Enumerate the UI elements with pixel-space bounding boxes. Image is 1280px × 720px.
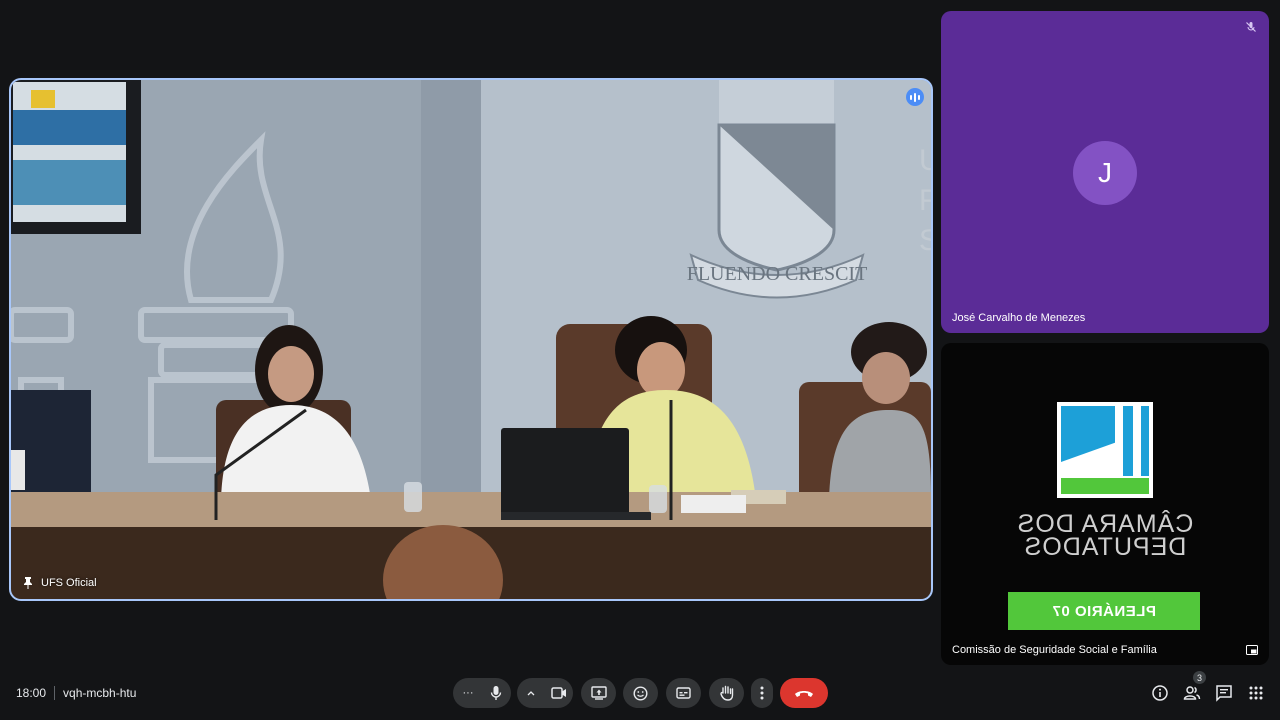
pin-icon[interactable] [23, 577, 33, 589]
more-options-button[interactable] [751, 678, 773, 708]
leave-call-button[interactable] [780, 678, 828, 708]
more-vert-icon [760, 686, 764, 700]
videocam-icon [551, 687, 566, 699]
chat-icon[interactable] [1215, 684, 1233, 702]
chevron-up-icon [527, 691, 535, 696]
emoji-icon [633, 685, 648, 701]
people-icon[interactable] [1183, 684, 1201, 702]
meeting-code[interactable]: vqh-mcbh-htu [63, 686, 136, 700]
video-options-button[interactable] [517, 690, 545, 696]
meeting-info: 18:00 vqh-mcbh-htu [16, 686, 136, 700]
mic-button[interactable] [482, 685, 510, 701]
plenario-sign: PLENÁRIO 07 [1008, 592, 1200, 630]
camara-logo-icon [1057, 402, 1153, 498]
wall-letter-u: U [919, 144, 931, 177]
mic-icon [490, 686, 502, 700]
participant-tile-jose[interactable]: J José Carvalho de Menezes [941, 11, 1269, 333]
camera-control-group [517, 678, 573, 708]
wall-letter-f: F [919, 184, 931, 217]
raise-hand-button[interactable] [709, 678, 744, 708]
captions-button[interactable] [666, 678, 701, 708]
picture-in-picture-icon[interactable] [1246, 645, 1258, 655]
main-tile-label: UFS Oficial [23, 577, 97, 589]
divider [54, 686, 56, 700]
participant-name: José Carvalho de Menezes [952, 312, 1086, 324]
meeting-time: 18:00 [16, 686, 47, 700]
avatar: J [1073, 141, 1137, 205]
video-feed: FLUENDO CRESCIT U F S [11, 80, 931, 599]
meeting-details-icon[interactable] [1151, 684, 1169, 702]
camera-button[interactable] [545, 687, 573, 699]
reactions-button[interactable] [623, 678, 658, 708]
participants-count-badge: 3 [1193, 671, 1206, 684]
mic-off-icon [1246, 22, 1256, 32]
participant-tile-comissao[interactable]: CÂMARA DOS DEPUTADOS PLENÁRIO 07 Comissã… [941, 343, 1269, 665]
speaking-indicator-icon [906, 88, 924, 106]
audio-options-button[interactable]: ··· [454, 687, 482, 699]
call-end-icon [795, 690, 813, 697]
main-participant-name: UFS Oficial [41, 577, 97, 589]
closed-captions-icon [676, 687, 691, 699]
hand-icon [719, 685, 733, 701]
participant-name: Comissão de Seguridade Social e Família [952, 644, 1157, 656]
activities-grid-icon[interactable] [1247, 684, 1265, 702]
camara-name: CÂMARA DOS DEPUTADOS [941, 510, 1269, 561]
crest-motto: FLUENDO CRESCIT [687, 263, 868, 285]
wall-letter-s: S [919, 224, 931, 257]
present-screen-button[interactable] [581, 678, 616, 708]
camara-line-2: DEPUTADOS [1023, 533, 1187, 561]
person-left-edge [11, 390, 91, 500]
present-icon [590, 686, 607, 700]
mic-control-group: ··· [453, 678, 511, 708]
main-video-tile[interactable]: FLUENDO CRESCIT U F S Oficial [9, 78, 933, 601]
